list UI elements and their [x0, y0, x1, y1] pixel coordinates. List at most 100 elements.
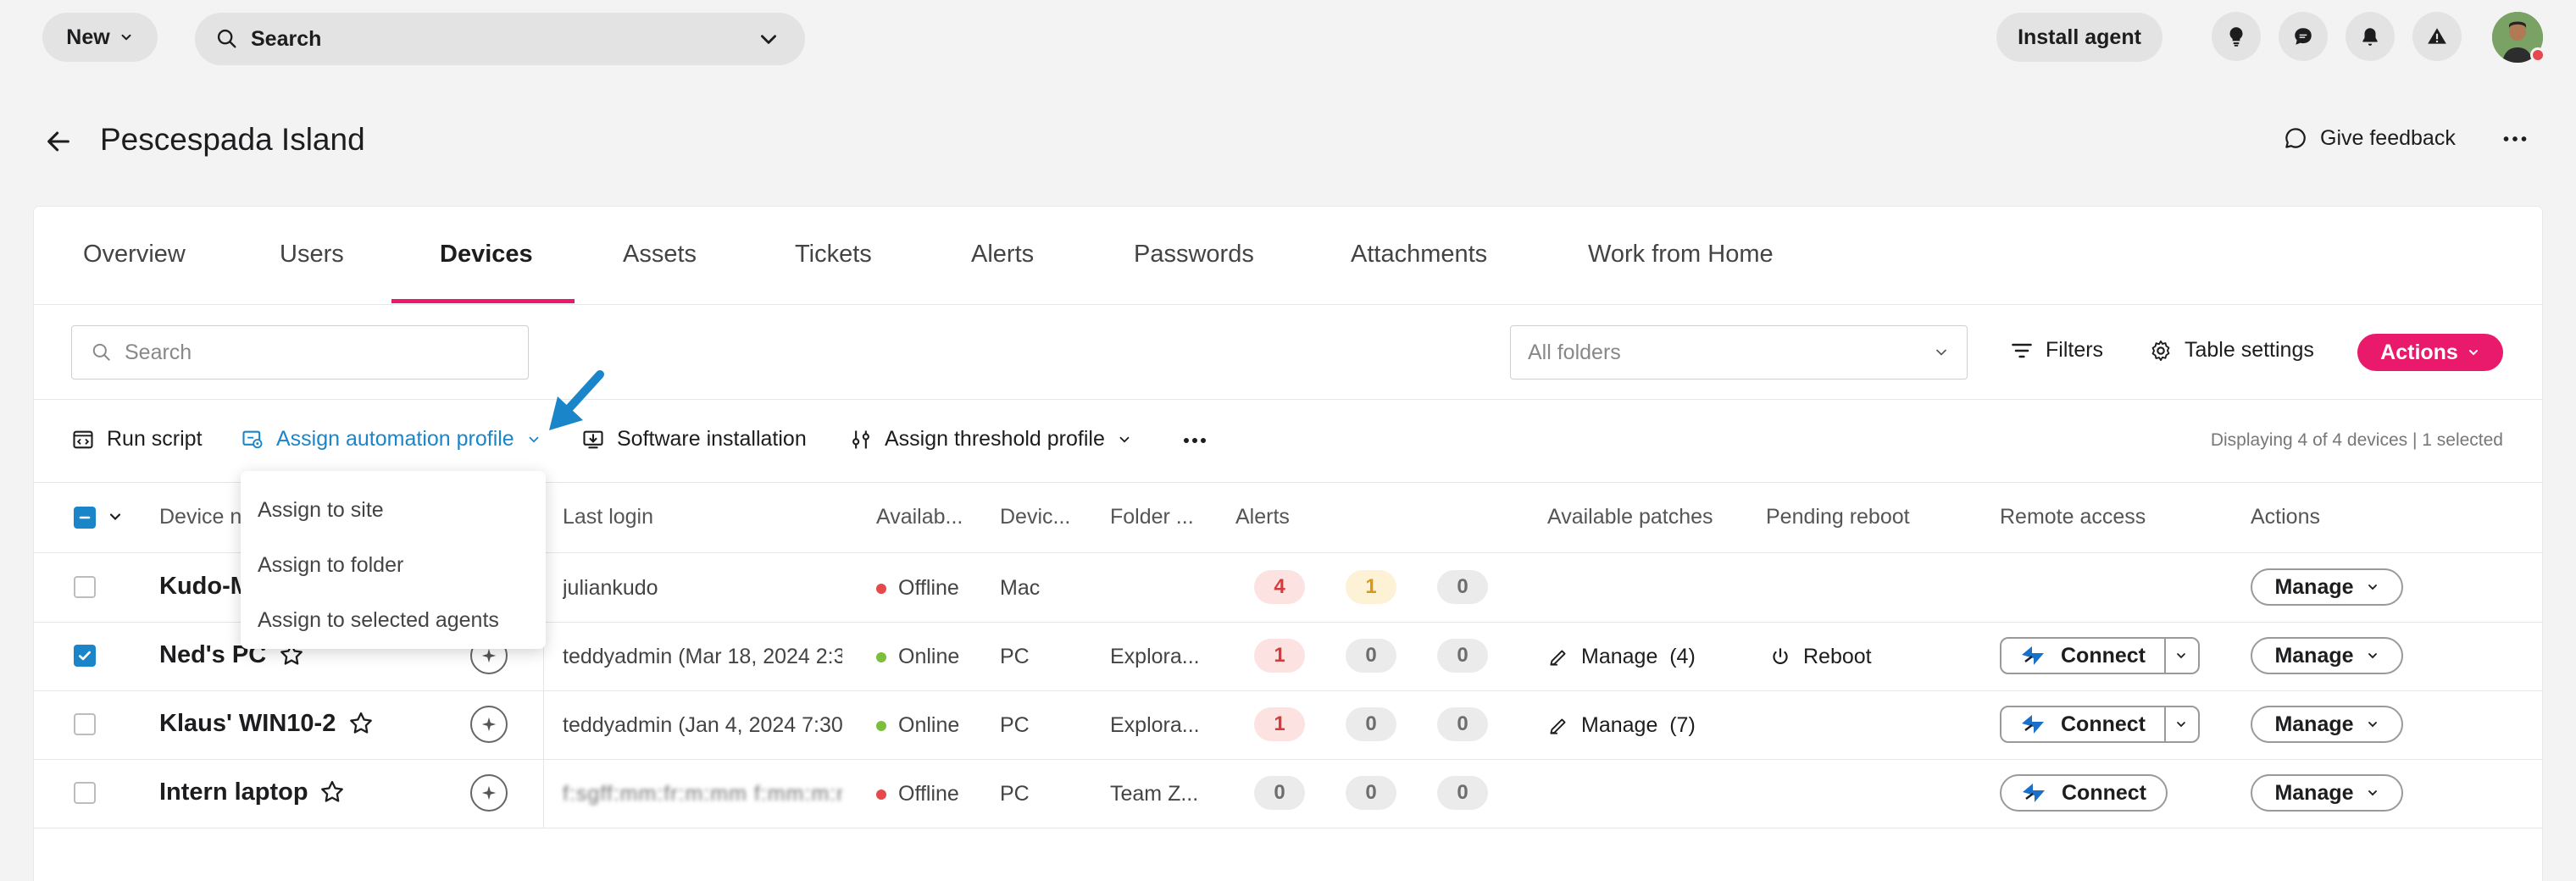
more-options-icon[interactable] — [2500, 124, 2530, 154]
alert-warning-badge[interactable]: 1 — [1346, 570, 1396, 604]
table-settings-button[interactable]: Table settings — [2149, 338, 2314, 363]
assign-threshold-profile-button[interactable]: Assign threshold profile — [849, 427, 1132, 452]
connect-options-toggle[interactable] — [2164, 639, 2196, 673]
tab-assets[interactable]: Assets — [623, 241, 697, 269]
col-actions[interactable]: Actions — [2251, 505, 2320, 529]
chevron-down-icon — [119, 30, 134, 45]
connect-button[interactable]: Connect — [2001, 707, 2164, 741]
select-all-checkbox[interactable] — [74, 507, 96, 529]
folder: Team Z... — [1110, 782, 1199, 806]
status-text: Offline — [898, 576, 959, 600]
col-pending-reboot[interactable]: Pending reboot — [1766, 505, 1910, 529]
tab-attachments[interactable]: Attachments — [1351, 241, 1487, 269]
alert-info-badge[interactable]: 0 — [1437, 639, 1488, 673]
row-checkbox[interactable] — [74, 782, 96, 804]
give-feedback-button[interactable]: Give feedback — [2283, 125, 2456, 151]
menu-item-assign-to-folder[interactable]: Assign to folder — [241, 538, 546, 593]
device-name[interactable]: Kudo-M — [159, 573, 251, 601]
row-divider — [34, 759, 2542, 760]
alert-info-badge[interactable]: 0 — [1437, 570, 1488, 604]
star-icon[interactable] — [347, 710, 375, 737]
connect-options-toggle[interactable] — [2164, 707, 2196, 741]
ai-sparkle-icon[interactable] — [470, 706, 508, 743]
alert-warning-badge[interactable]: 0 — [1346, 776, 1396, 810]
col-remote-access[interactable]: Remote access — [2000, 505, 2146, 529]
manage-label: Manage — [2274, 780, 2354, 805]
alert-critical-badge[interactable]: 0 — [1254, 776, 1305, 810]
device-type: Mac — [1000, 576, 1041, 600]
software-installation-button[interactable]: Software installation — [581, 427, 807, 452]
chevron-down-icon[interactable] — [107, 508, 124, 525]
alert-info-badge[interactable]: 0 — [1437, 776, 1488, 810]
new-button[interactable]: New — [42, 13, 158, 62]
install-agent-label: Install agent — [2018, 25, 2141, 49]
more-actions-icon[interactable] — [1180, 429, 1210, 452]
row-checkbox[interactable] — [74, 576, 96, 598]
tab-devices[interactable]: Devices — [440, 241, 533, 269]
tab-overview[interactable]: Overview — [83, 241, 186, 269]
star-icon[interactable] — [319, 778, 346, 806]
chat-icon[interactable] — [2279, 12, 2328, 61]
device-name[interactable]: Intern laptop — [159, 778, 308, 806]
menu-item-assign-to-site[interactable]: Assign to site — [241, 483, 546, 538]
alert-critical-badge[interactable]: 1 — [1254, 639, 1305, 673]
filters-button[interactable]: Filters — [2010, 338, 2103, 363]
manage-button[interactable]: Manage — [2251, 706, 2403, 743]
folder-select[interactable]: All folders — [1510, 325, 1968, 380]
manage-button[interactable]: Manage — [2251, 774, 2403, 812]
col-folder[interactable]: Folder ... — [1110, 505, 1194, 529]
reboot-button[interactable]: Reboot — [1769, 645, 1872, 669]
alert-info-badge[interactable]: 0 — [1437, 707, 1488, 741]
col-device-type[interactable]: Devic... — [1000, 505, 1070, 529]
tab-users[interactable]: Users — [280, 241, 344, 269]
connect-split-button[interactable]: Connect — [2000, 706, 2200, 743]
col-last-login[interactable]: Last login — [563, 505, 653, 529]
feedback-icon — [2283, 125, 2308, 151]
tab-alerts[interactable]: Alerts — [971, 241, 1034, 269]
col-availability[interactable]: Availab... — [876, 505, 963, 529]
alert-warning-badge[interactable]: 0 — [1346, 707, 1396, 741]
manage-button[interactable]: Manage — [2251, 568, 2403, 606]
tab-passwords[interactable]: Passwords — [1134, 241, 1254, 269]
connect-split-button[interactable]: Connect — [2000, 637, 2200, 674]
assign-automation-profile-button[interactable]: Assign automation profile — [241, 427, 541, 452]
col-available-patches[interactable]: Available patches — [1547, 505, 1713, 529]
global-search[interactable]: Search — [195, 13, 805, 65]
row-checkbox[interactable] — [74, 713, 96, 735]
tab-tickets[interactable]: Tickets — [795, 241, 872, 269]
col-alerts[interactable]: Alerts — [1235, 505, 1290, 529]
manage-patches-link[interactable]: Manage (4) — [1547, 645, 1696, 669]
bell-icon[interactable] — [2346, 12, 2395, 61]
run-script-button[interactable]: Run script — [71, 427, 203, 452]
menu-item-assign-to-selected-agents[interactable]: Assign to selected agents — [241, 593, 546, 648]
manage-button[interactable]: Manage — [2251, 637, 2403, 674]
actions-button[interactable]: Actions — [2357, 334, 2503, 371]
alert-warning-badge[interactable]: 0 — [1346, 639, 1396, 673]
tab-work-from-home[interactable]: Work from Home — [1588, 241, 1774, 269]
col-device-name[interactable]: Device n — [159, 505, 242, 529]
connect-button-inner[interactable]: Connect — [2001, 776, 2166, 810]
alert-critical-badge[interactable]: 4 — [1254, 570, 1305, 604]
warning-icon[interactable] — [2412, 12, 2462, 61]
manage-patches-link[interactable]: Manage (7) — [1547, 713, 1696, 738]
folder: Explora... — [1110, 713, 1200, 737]
device-type: PC — [1000, 713, 1030, 737]
ai-sparkle-icon[interactable] — [470, 774, 508, 812]
connect-button[interactable]: Connect — [2000, 774, 2168, 812]
reboot-label: Reboot — [1803, 645, 1872, 668]
table-search-input[interactable]: Search — [71, 325, 529, 380]
device-name[interactable]: Klaus' WIN10-2 — [159, 710, 336, 738]
connect-button[interactable]: Connect — [2001, 639, 2164, 673]
install-agent-button[interactable]: Install agent — [1996, 13, 2162, 62]
page-title: Pescespada Island — [100, 122, 365, 157]
back-arrow-icon[interactable] — [44, 127, 73, 156]
status-dot — [2530, 47, 2545, 63]
chevron-down-icon[interactable] — [758, 28, 780, 50]
folder: Explora... — [1110, 645, 1200, 668]
row-checkbox[interactable] — [74, 645, 96, 667]
run-script-label: Run script — [107, 427, 203, 451]
alert-critical-badge[interactable]: 1 — [1254, 707, 1305, 741]
lightbulb-icon[interactable] — [2212, 12, 2261, 61]
tabs-bar — [34, 207, 2542, 305]
new-label: New — [66, 25, 110, 49]
